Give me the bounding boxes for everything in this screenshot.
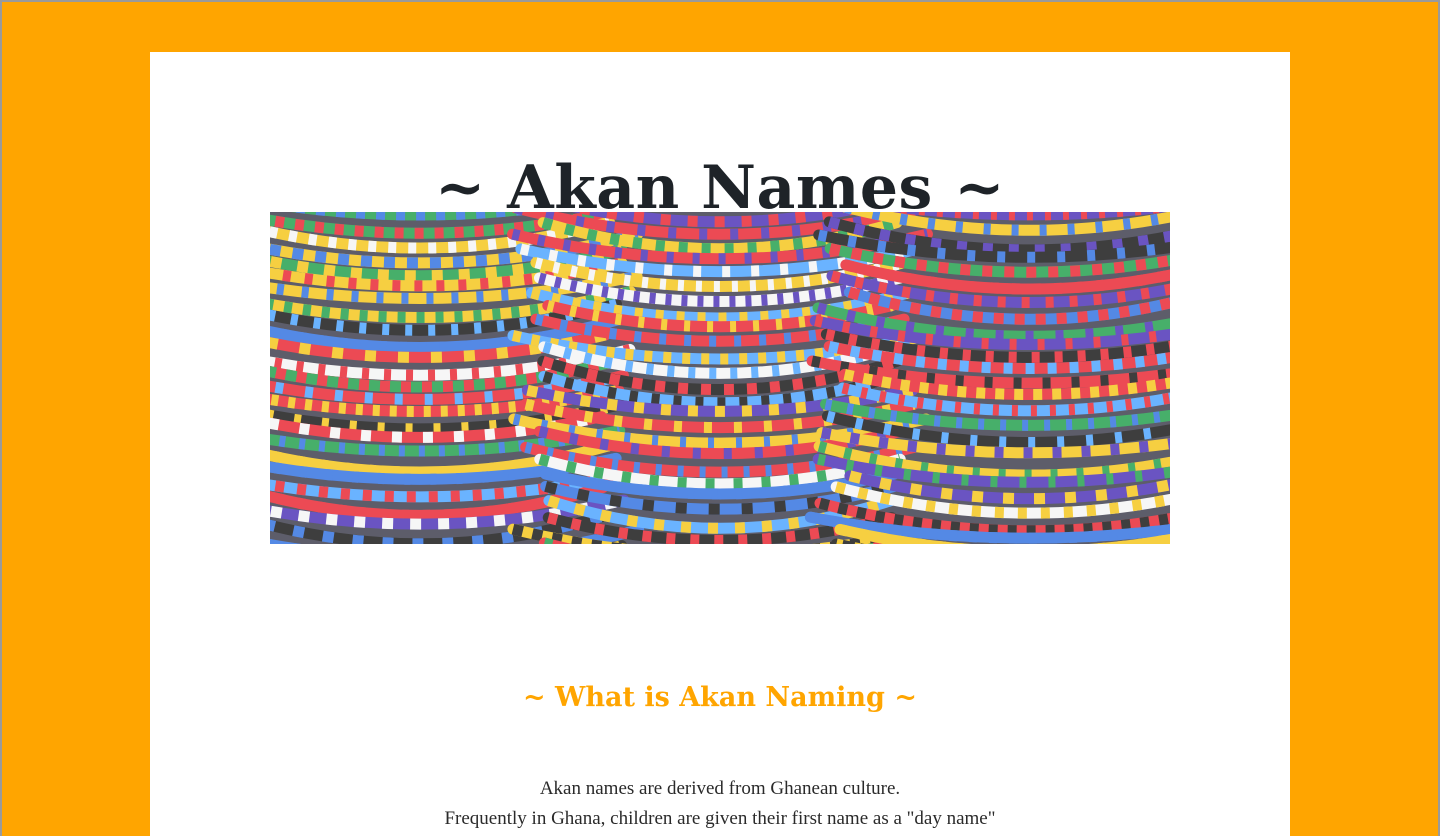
hero-image bbox=[270, 212, 1170, 544]
content-card: ~ Akan Names ~ ~ What is Akan Naming ~ A… bbox=[150, 52, 1290, 836]
section-description: Akan names are derived from Ghanean cult… bbox=[150, 774, 1290, 834]
description-line: Akan names are derived from Ghanean cult… bbox=[539, 778, 901, 799]
description-line: Frequently in Ghana, children are given … bbox=[444, 808, 996, 829]
hero-image-overlay bbox=[270, 212, 1170, 544]
section-heading: ~ What is Akan Naming ~ bbox=[523, 682, 917, 713]
